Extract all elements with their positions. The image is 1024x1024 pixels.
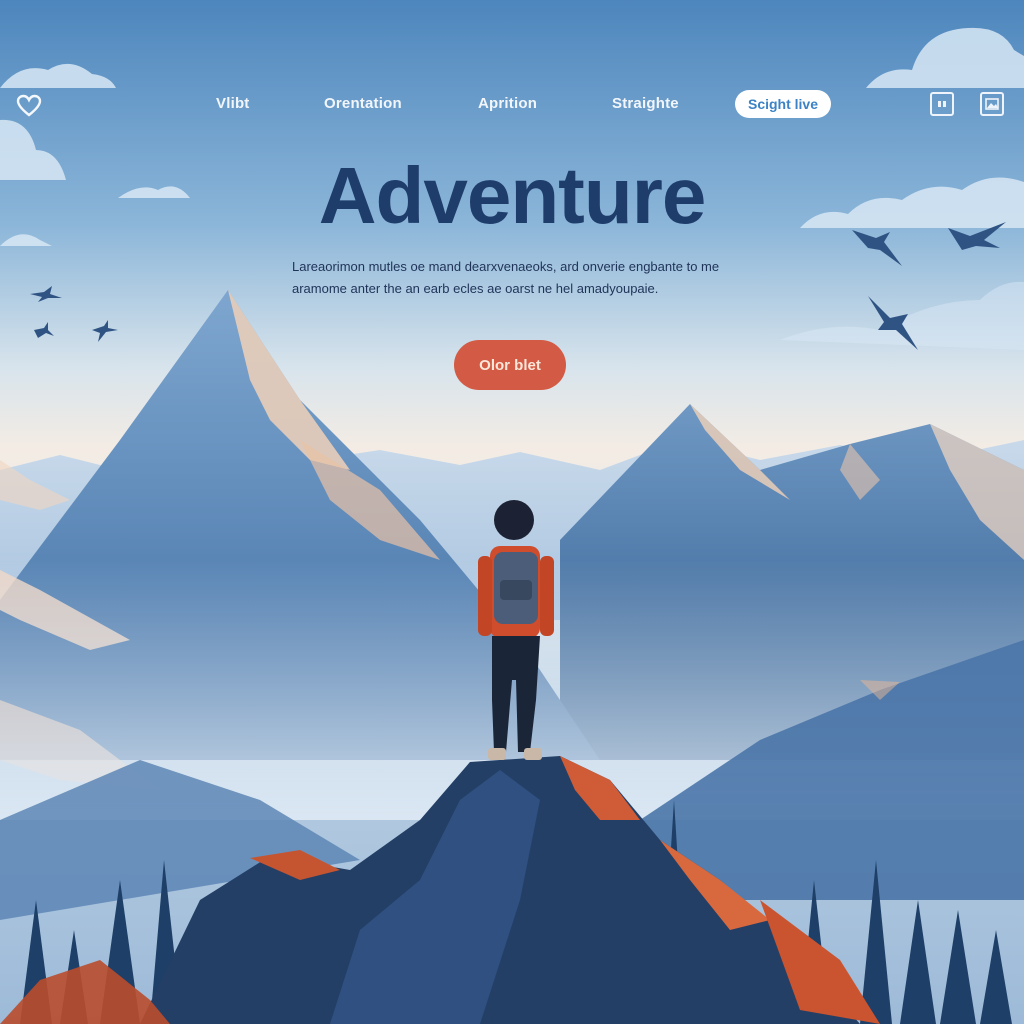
heart-icon[interactable] bbox=[16, 94, 42, 118]
image-icon[interactable] bbox=[980, 92, 1004, 116]
hero-cta-button[interactable]: Olor blet bbox=[454, 340, 566, 390]
nav-link-4[interactable]: Straighte bbox=[612, 95, 679, 112]
nav-link-2[interactable]: Orentation bbox=[324, 95, 402, 112]
hero-description: Lareaorimon mutles oe mand dearxvenaeoks… bbox=[292, 259, 720, 296]
page: Vlibt Orentation Aprition Straighte Scig… bbox=[0, 0, 1024, 1024]
top-navigation: Vlibt Orentation Aprition Straighte Scig… bbox=[0, 86, 1024, 126]
nav-cta-button[interactable]: Scight live bbox=[735, 90, 831, 118]
quote-icon[interactable] bbox=[930, 92, 954, 116]
nav-link-1[interactable]: Vlibt bbox=[216, 95, 250, 112]
hero-title: Adventure bbox=[318, 151, 707, 240]
nav-link-3[interactable]: Aprition bbox=[478, 95, 537, 112]
